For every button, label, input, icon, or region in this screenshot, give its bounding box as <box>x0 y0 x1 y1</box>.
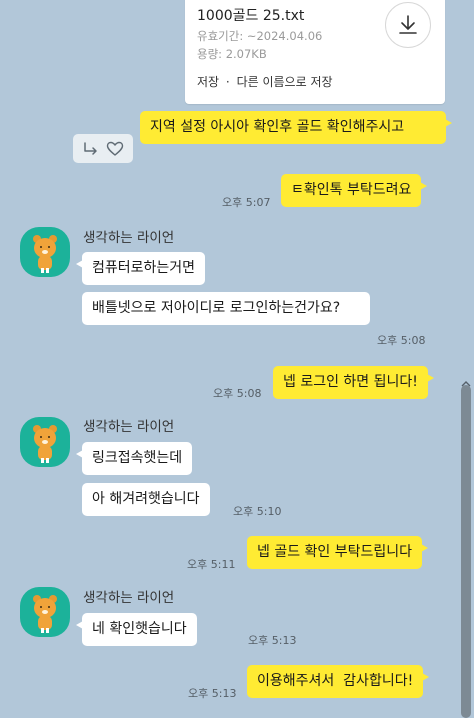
message-reaction-box <box>73 134 133 163</box>
scrollbar-thumb[interactable] <box>461 385 471 718</box>
heart-icon <box>106 141 124 156</box>
save-button[interactable]: 저장 <box>197 75 219 89</box>
ryan-avatar[interactable] <box>20 587 70 637</box>
my-message-bubble[interactable]: 지역 설정 아시아 확인후 골드 확인해주시고 <box>140 111 452 144</box>
message-time: 오후 5:10 <box>233 505 282 518</box>
message-text: 네 확인햇습니다 <box>92 621 187 637</box>
my-message-bubble[interactable]: 이용해주셔서 감사합니다! <box>247 665 430 698</box>
scroll-up-button[interactable] <box>460 374 472 387</box>
message-time: 오후 5:13 <box>248 634 297 647</box>
file-name: 1000골드 25.txt <box>197 8 305 24</box>
download-icon <box>399 15 417 34</box>
message-text: 링크접속햇는데 <box>92 450 183 466</box>
ryan-avatar-image <box>33 235 57 273</box>
share-button[interactable] <box>82 141 100 157</box>
their-message-bubble[interactable]: 컴퓨터로하는거면 <box>75 252 206 285</box>
message-time: 오후 5:08 <box>213 387 262 400</box>
message-time: 오후 5:11 <box>187 558 236 571</box>
ryan-avatar-image <box>33 595 57 633</box>
ryan-avatar-image <box>33 425 57 463</box>
file-message-card[interactable]: 1000골드 25.txt 유효기간: ~2024.04.06 용량: 2.07… <box>185 0 445 104</box>
save-as-button[interactable]: 다른 이름으로 저장 <box>237 75 333 89</box>
message-text: 배틀넷으로 저아이디로 로그인하는건가요? <box>92 300 341 316</box>
their-message-bubble[interactable]: 아 해겨려햇습니다 <box>82 483 210 516</box>
message-text: 아 해겨려햇습니다 <box>92 491 200 507</box>
download-button[interactable] <box>385 2 431 48</box>
their-message-bubble[interactable]: 네 확인햇습니다 <box>76 613 197 646</box>
their-message-bubble[interactable]: 링크접속햇는데 <box>75 442 193 475</box>
message-text: 넵 로그인 하면 됩니다! <box>283 374 418 390</box>
ryan-avatar[interactable] <box>20 417 70 467</box>
file-actions: 저장 · 다른 이름으로 저장 <box>197 73 333 90</box>
sender-name: 생각하는 라이언 <box>83 590 175 606</box>
their-message-bubble[interactable]: 배틀넷으로 저아이디로 로그인하는건가요? <box>82 292 370 325</box>
sender-name: 생각하는 라이언 <box>83 230 175 246</box>
message-text: 컴퓨터로하는거면 <box>92 260 196 276</box>
separator: · <box>225 75 230 89</box>
my-message-bubble[interactable]: 넵 로그인 하면 됩니다! <box>273 366 434 399</box>
message-time: 오후 5:13 <box>188 687 237 700</box>
share-icon <box>84 141 97 155</box>
file-expiry: 유효기간: ~2024.04.06 <box>197 29 323 43</box>
my-message-bubble[interactable]: ㅌ확인톡 부탁드려요 <box>281 174 428 207</box>
message-text: 이용해주셔서 감사합니다! <box>257 673 414 689</box>
message-text: 지역 설정 아시아 확인후 골드 확인해주시고 <box>150 119 405 135</box>
message-time: 오후 5:08 <box>377 334 426 347</box>
sender-name: 생각하는 라이언 <box>83 419 175 435</box>
ryan-avatar[interactable] <box>20 227 70 277</box>
file-size: 용량: 2.07KB <box>197 47 267 61</box>
message-text: 넵 골드 확인 부탁드립니다 <box>257 544 413 560</box>
my-message-bubble[interactable]: 넵 골드 확인 부탁드립니다 <box>247 536 429 569</box>
like-button[interactable] <box>106 141 124 157</box>
message-text: ㅌ확인톡 부탁드려요 <box>291 182 412 198</box>
message-time: 오후 5:07 <box>222 196 271 209</box>
